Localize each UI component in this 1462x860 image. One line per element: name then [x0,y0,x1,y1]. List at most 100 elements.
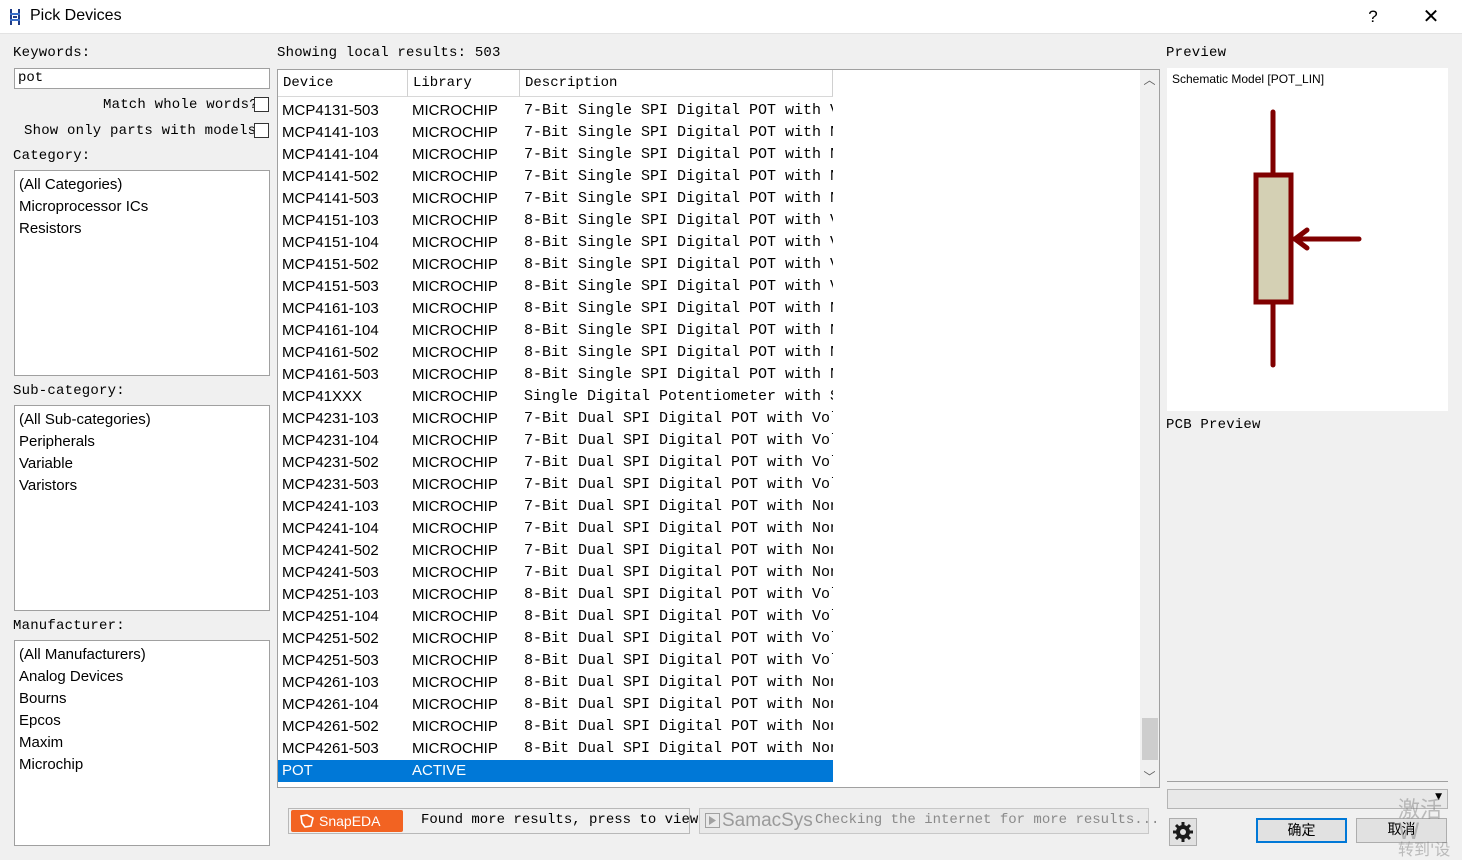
manufacturer-item[interactable]: Analog Devices [19,666,265,688]
table-row[interactable]: MCP4141-502 MICROCHIP 7-Bit Single SPI Dig… [278,166,833,188]
keywords-input[interactable]: pot [14,68,270,89]
cell-library: MICROCHIP [412,630,498,647]
subcategory-item[interactable]: Variable [19,453,265,475]
cell-description: 7-Bit Dual SPI Digital POT with Volatil [524,410,833,427]
table-row[interactable]: MCP4231-104 MICROCHIP 7-Bit Dual SPI Digit… [278,430,833,452]
table-row[interactable]: MCP4141-104 MICROCHIP 7-Bit Single SPI Dig… [278,144,833,166]
table-row[interactable]: MCP4151-103 MICROCHIP 8-Bit Single SPI Dig… [278,210,833,232]
snapeda-logo[interactable]: SnapEDA [291,810,403,832]
table-row[interactable]: MCP4161-503 MICROCHIP 8-Bit Single SPI Dig… [278,364,833,386]
manufacturer-item[interactable]: Bourns [19,688,265,710]
manufacturer-item[interactable]: Epcos [19,710,265,732]
table-row[interactable]: MCP4161-502 MICROCHIP 8-Bit Single SPI Dig… [278,342,833,364]
window-title: Pick Devices [30,7,122,24]
activation-watermark-sub: 转到'设 [1398,840,1451,859]
table-row[interactable]: MCP41XXX MICROCHIP Single Digital Potentio… [278,386,833,408]
cell-description: 7-Bit Dual SPI Digital POT with Volatil [524,432,833,449]
category-label: Category: [13,148,91,164]
category-list[interactable]: (All Categories) Microprocessor ICs Resi… [14,170,270,376]
subcategory-item[interactable]: Varistors [19,475,265,497]
manufacturer-item[interactable]: (All Manufacturers) [19,644,265,666]
table-row[interactable]: MCP4141-503 MICROCHIP 7-Bit Single SPI Dig… [278,188,833,210]
table-row[interactable]: MCP4241-103 MICROCHIP 7-Bit Dual SPI Digit… [278,496,833,518]
cell-library: MICROCHIP [412,696,498,713]
scroll-up-icon[interactable]: ︿ [1140,70,1159,90]
category-item[interactable]: (All Categories) [19,174,265,196]
table-row[interactable]: MCP4251-503 MICROCHIP 8-Bit Dual SPI Digit… [278,650,833,672]
table-row[interactable]: MCP4251-103 MICROCHIP 8-Bit Dual SPI Digit… [278,584,833,606]
cell-library: MICROCHIP [412,432,498,449]
category-item[interactable]: Resistors [19,218,265,240]
cell-library: MICROCHIP [412,300,498,317]
table-row[interactable]: MCP4151-502 MICROCHIP 8-Bit Single SPI Dig… [278,254,833,276]
cell-device: MCP4241-503 [282,564,379,581]
cell-description: 7-Bit Single SPI Digital POT with Non-V [524,146,833,163]
help-button[interactable]: ? [1356,3,1390,31]
cell-description: 7-Bit Dual SPI Digital POT with Volatil [524,454,833,471]
table-row[interactable]: MCP4241-502 MICROCHIP 7-Bit Dual SPI Digit… [278,540,833,562]
schematic-preview: Schematic Model [POT_LIN] [1167,68,1448,411]
table-row[interactable]: MCP4131-503 MICROCHIP 7-Bit Single SPI Dig… [278,100,833,122]
column-header-description[interactable]: Description [520,70,833,97]
table-row[interactable]: MCP4231-503 MICROCHIP 7-Bit Dual SPI Digit… [278,474,833,496]
snapeda-icon [300,814,314,828]
cell-library: MICROCHIP [412,476,498,493]
potentiometer-symbol-icon [1253,109,1362,368]
cell-device: MCP4161-103 [282,300,379,317]
cell-library: MICROCHIP [412,344,498,361]
table-row[interactable]: MCP4141-103 MICROCHIP 7-Bit Single SPI Dig… [278,122,833,144]
table-row[interactable]: MCP4241-104 MICROCHIP 7-Bit Dual SPI Digit… [278,518,833,540]
scroll-down-icon[interactable]: ﹀ [1140,767,1159,787]
results-summary: Showing local results: 503 [277,45,501,61]
cell-description: 7-Bit Single SPI Digital POT with Volat [524,102,833,119]
cell-description: Single Digital Potentiometer with SPI I [524,388,833,405]
match-whole-words-checkbox[interactable] [254,97,269,112]
cell-device: MCP4141-502 [282,168,379,185]
subcategory-label: Sub-category: [13,383,125,399]
manufacturer-item[interactable]: Microchip [19,754,265,776]
table-row[interactable]: MCP4261-503 MICROCHIP 8-Bit Dual SPI Digit… [278,738,833,760]
samacsys-icon [705,813,720,828]
cell-device: MCP4151-503 [282,278,379,295]
subcategory-item[interactable]: Peripherals [19,431,265,453]
subcategory-item[interactable]: (All Sub-categories) [19,409,265,431]
table-row[interactable]: MCP4231-103 MICROCHIP 7-Bit Dual SPI Digit… [278,408,833,430]
column-header-library[interactable]: Library [408,70,520,97]
table-row[interactable]: MCP4161-103 MICROCHIP 8-Bit Single SPI Dig… [278,298,833,320]
table-row[interactable]: MCP4161-104 MICROCHIP 8-Bit Single SPI Dig… [278,320,833,342]
table-row[interactable]: MCP4241-503 MICROCHIP 7-Bit Dual SPI Digit… [278,562,833,584]
table-row[interactable]: POT ACTIVE [278,760,833,782]
scrollbar-thumb[interactable] [1142,718,1158,760]
table-row[interactable]: MCP4251-502 MICROCHIP 8-Bit Dual SPI Digit… [278,628,833,650]
show-models-checkbox[interactable] [254,123,269,138]
cell-device: MCP4151-104 [282,234,379,251]
manufacturer-item[interactable]: Maxim [19,732,265,754]
table-row[interactable]: MCP4261-104 MICROCHIP 8-Bit Dual SPI Digit… [278,694,833,716]
cell-description: 8-Bit Single SPI Digital POT with Volat [524,212,833,229]
manufacturer-list[interactable]: (All Manufacturers) Analog Devices Bourn… [14,640,270,846]
table-row[interactable]: MCP4261-103 MICROCHIP 8-Bit Dual SPI Digit… [278,672,833,694]
samacsys-logo[interactable]: SamacSys [702,809,813,832]
cell-library: MICROCHIP [412,718,498,735]
subcategory-list[interactable]: (All Sub-categories) Peripherals Variabl… [14,405,270,611]
cell-description: 7-Bit Dual SPI Digital POT with Non-Vol [524,520,833,537]
results-scrollbar[interactable]: ︿ ﹀ [1140,70,1159,787]
cell-library: MICROCHIP [412,542,498,559]
settings-gear-icon[interactable] [1169,818,1197,846]
table-row[interactable]: MCP4151-503 MICROCHIP 8-Bit Single SPI Dig… [278,276,833,298]
cell-device: MCP4161-503 [282,366,379,383]
close-button[interactable]: ✕ [1414,3,1448,31]
cell-device: MCP4251-103 [282,586,379,603]
column-header-device[interactable]: Device [278,70,408,97]
category-item[interactable]: Microprocessor ICs [19,196,265,218]
snapeda-status[interactable]: Found more results, press to view [421,812,698,828]
results-table[interactable]: Device Library Description MCP4131-503 MI… [277,69,1160,788]
ok-button[interactable]: 确定 [1256,818,1347,843]
table-row[interactable]: MCP4231-502 MICROCHIP 7-Bit Dual SPI Digit… [278,452,833,474]
cell-library: MICROCHIP [412,124,498,141]
table-row[interactable]: MCP4251-104 MICROCHIP 8-Bit Dual SPI Digit… [278,606,833,628]
cell-device: MCP4131-503 [282,102,379,119]
cell-device: MCP4241-103 [282,498,379,515]
table-row[interactable]: MCP4151-104 MICROCHIP 8-Bit Single SPI Dig… [278,232,833,254]
table-row[interactable]: MCP4261-502 MICROCHIP 8-Bit Dual SPI Digit… [278,716,833,738]
